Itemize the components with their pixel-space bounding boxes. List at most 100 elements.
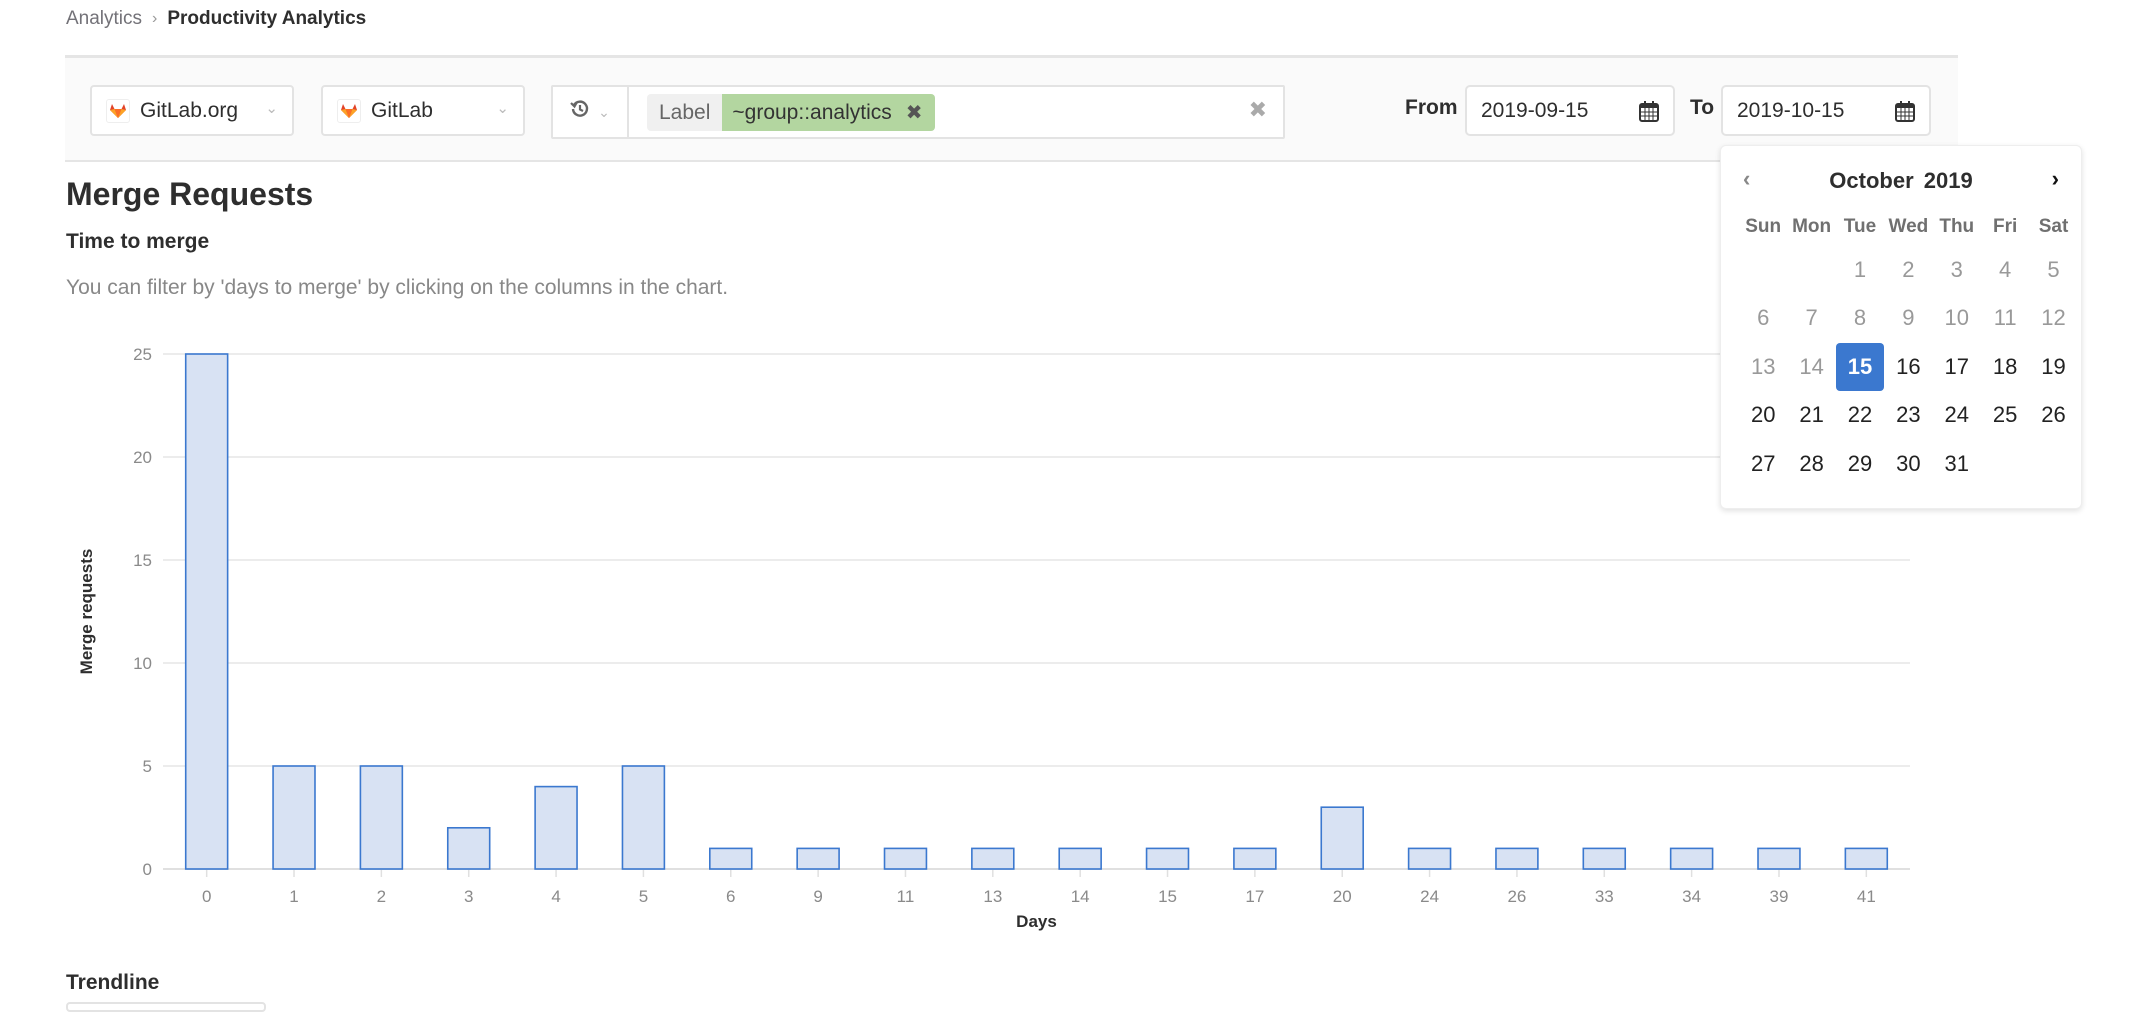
calendar-icon[interactable] — [1895, 100, 1915, 128]
day-cell[interactable]: 28 — [1787, 440, 1835, 488]
group-dropdown[interactable]: GitLab.org ⌄ — [90, 85, 294, 136]
day-cell[interactable]: 25 — [1981, 391, 2029, 439]
project-dropdown[interactable]: GitLab ⌄ — [321, 85, 525, 136]
bar-days-4[interactable] — [534, 785, 578, 870]
breadcrumb-analytics-link[interactable]: Analytics — [66, 8, 142, 30]
date-picker-grid: Sun Mon Tue Wed Thu Fri Sat 1 2 3 4 5 6 7 8 9 10 11 12 13 14… — [1739, 216, 2078, 488]
bar-days-9[interactable] — [796, 847, 840, 870]
time-to-merge-chart: 0 1 2 3 4 5 6 9 11 13 14 15 17 20 24 26 33 34 39 41 0510152… — [77, 345, 1910, 931]
x-tick-label: 13 — [983, 887, 1002, 906]
day-cell[interactable]: 3 — [1933, 246, 1981, 294]
filter-token-label[interactable]: Label ~group::analytics ✖ — [647, 94, 935, 131]
x-tick-label: 17 — [1245, 887, 1264, 906]
day-cell[interactable]: 4 — [1981, 246, 2029, 294]
day-cell[interactable]: 30 — [1884, 440, 1932, 488]
x-tick-label: 20 — [1333, 887, 1352, 906]
x-tick-label: 33 — [1595, 887, 1614, 906]
x-tick-label: 4 — [551, 887, 560, 906]
date-from-value: 2019-09-15 — [1481, 98, 1589, 122]
bar-days-41[interactable] — [1844, 847, 1889, 870]
day-cell[interactable]: 29 — [1836, 440, 1884, 488]
bar-days-33[interactable] — [1582, 847, 1627, 870]
x-tick-label: 39 — [1770, 887, 1789, 906]
bar-days-20[interactable] — [1320, 806, 1364, 870]
x-tick-label: 1 — [289, 887, 298, 906]
day-selected[interactable]: 15 — [1835, 342, 1885, 392]
breadcrumb: Analytics › Productivity Analytics — [66, 8, 366, 30]
day-cell[interactable]: 11 — [1981, 294, 2029, 342]
day-cell[interactable]: 31 — [1933, 440, 1981, 488]
day-cell[interactable]: 23 — [1884, 391, 1932, 439]
bar-days-26[interactable] — [1495, 847, 1539, 870]
day-cell[interactable]: 5 — [2029, 246, 2077, 294]
group-dropdown-label: GitLab.org — [140, 98, 239, 122]
chevron-down-icon: ⌄ — [265, 100, 278, 117]
day-cell[interactable]: 10 — [1933, 294, 1981, 342]
close-icon[interactable]: ✖ — [906, 100, 923, 125]
day-cell[interactable]: 13 — [1739, 343, 1787, 391]
token-name: Label — [647, 94, 723, 131]
date-picker-popup: ‹ October 2019 › Sun Mon Tue Wed Thu Fri Sat 1 2… — [1720, 145, 2082, 509]
day-cell[interactable]: 2 — [1884, 246, 1932, 294]
trendline-heading: Trendline — [66, 971, 160, 994]
project-dropdown-label: GitLab — [371, 98, 433, 122]
x-tick-label: 26 — [1507, 887, 1526, 906]
date-to-input[interactable]: 2019-10-15 — [1721, 85, 1931, 136]
x-tick-label: 14 — [1071, 887, 1090, 906]
day-cell[interactable]: 9 — [1884, 294, 1932, 342]
bar-days-17[interactable] — [1233, 847, 1277, 870]
chart-subtitle: Time to merge — [66, 230, 210, 253]
token-value-wrap: ~group::analytics ✖ — [722, 94, 935, 131]
calendar-icon[interactable] — [1639, 100, 1659, 128]
y-axis-title: Merge requests — [77, 549, 96, 675]
bar-days-39[interactable] — [1757, 847, 1801, 870]
bar-days-11[interactable] — [883, 847, 928, 870]
x-tick-label: 24 — [1420, 887, 1439, 906]
day-cell[interactable]: 22 — [1836, 391, 1884, 439]
y-tick-label: 0 — [143, 860, 152, 879]
y-tick-label: 20 — [133, 448, 152, 467]
day-cell[interactable]: 14 — [1787, 343, 1835, 391]
day-cell[interactable]: 24 — [1933, 391, 1981, 439]
bar-days-2[interactable] — [359, 765, 404, 870]
clear-search-button[interactable]: ✖ — [1249, 97, 1267, 123]
bar-days-24[interactable] — [1407, 847, 1452, 870]
bar-days-5[interactable] — [621, 765, 666, 870]
bar-days-1[interactable] — [272, 765, 316, 870]
weekday-header: Thu — [1939, 216, 1975, 237]
chevron-right-icon[interactable]: › — [2052, 166, 2059, 192]
x-tick-label: 5 — [639, 887, 648, 906]
day-cell[interactable]: 6 — [1739, 294, 1787, 342]
day-cell[interactable]: 20 — [1739, 391, 1787, 439]
history-icon — [570, 99, 590, 125]
day-cell[interactable]: 16 — [1884, 343, 1932, 391]
bar-days-0[interactable] — [184, 353, 229, 870]
y-tick-labels: 0 5 10 15 20 25 — [133, 345, 152, 879]
bar-days-15[interactable] — [1145, 847, 1190, 870]
recent-searches-button[interactable]: ⌄ — [553, 87, 629, 137]
day-cell[interactable]: 26 — [2029, 391, 2077, 439]
y-tick-label: 10 — [133, 654, 152, 673]
date-picker-year: 2019 — [1923, 168, 1973, 193]
bar-days-13[interactable] — [971, 847, 1015, 870]
x-tick-labels: 0 1 2 3 4 5 6 9 11 13 14 15 17 20 24 26 33 34 39 41 — [202, 887, 1876, 906]
filtered-search-input[interactable]: ⌄ Label ~group::analytics ✖ ✖ — [551, 85, 1285, 139]
date-picker-month: October — [1829, 168, 1914, 193]
bar-days-6[interactable] — [709, 847, 753, 870]
chart-help-text: You can filter by 'days to merge' by cli… — [66, 276, 729, 299]
day-cell[interactable]: 1 — [1836, 246, 1884, 294]
day-cell[interactable]: 7 — [1787, 294, 1835, 342]
to-label: To — [1690, 96, 1715, 119]
day-cell[interactable]: 12 — [2029, 294, 2077, 342]
day-cell[interactable]: 8 — [1836, 294, 1884, 342]
bar-days-14[interactable] — [1058, 847, 1102, 870]
day-cell[interactable]: 17 — [1933, 343, 1981, 391]
bar-days-34[interactable] — [1669, 847, 1714, 870]
bar-days-3[interactable] — [446, 826, 491, 870]
day-cell[interactable]: 27 — [1739, 440, 1787, 488]
day-cell[interactable]: 19 — [2029, 343, 2077, 391]
date-from-input[interactable]: 2019-09-15 — [1465, 85, 1675, 136]
filter-bar: GitLab.org ⌄ GitLab ⌄ ⌄ Label ~group::an… — [65, 55, 1958, 162]
day-cell[interactable]: 18 — [1981, 343, 2029, 391]
day-cell[interactable]: 21 — [1787, 391, 1835, 439]
